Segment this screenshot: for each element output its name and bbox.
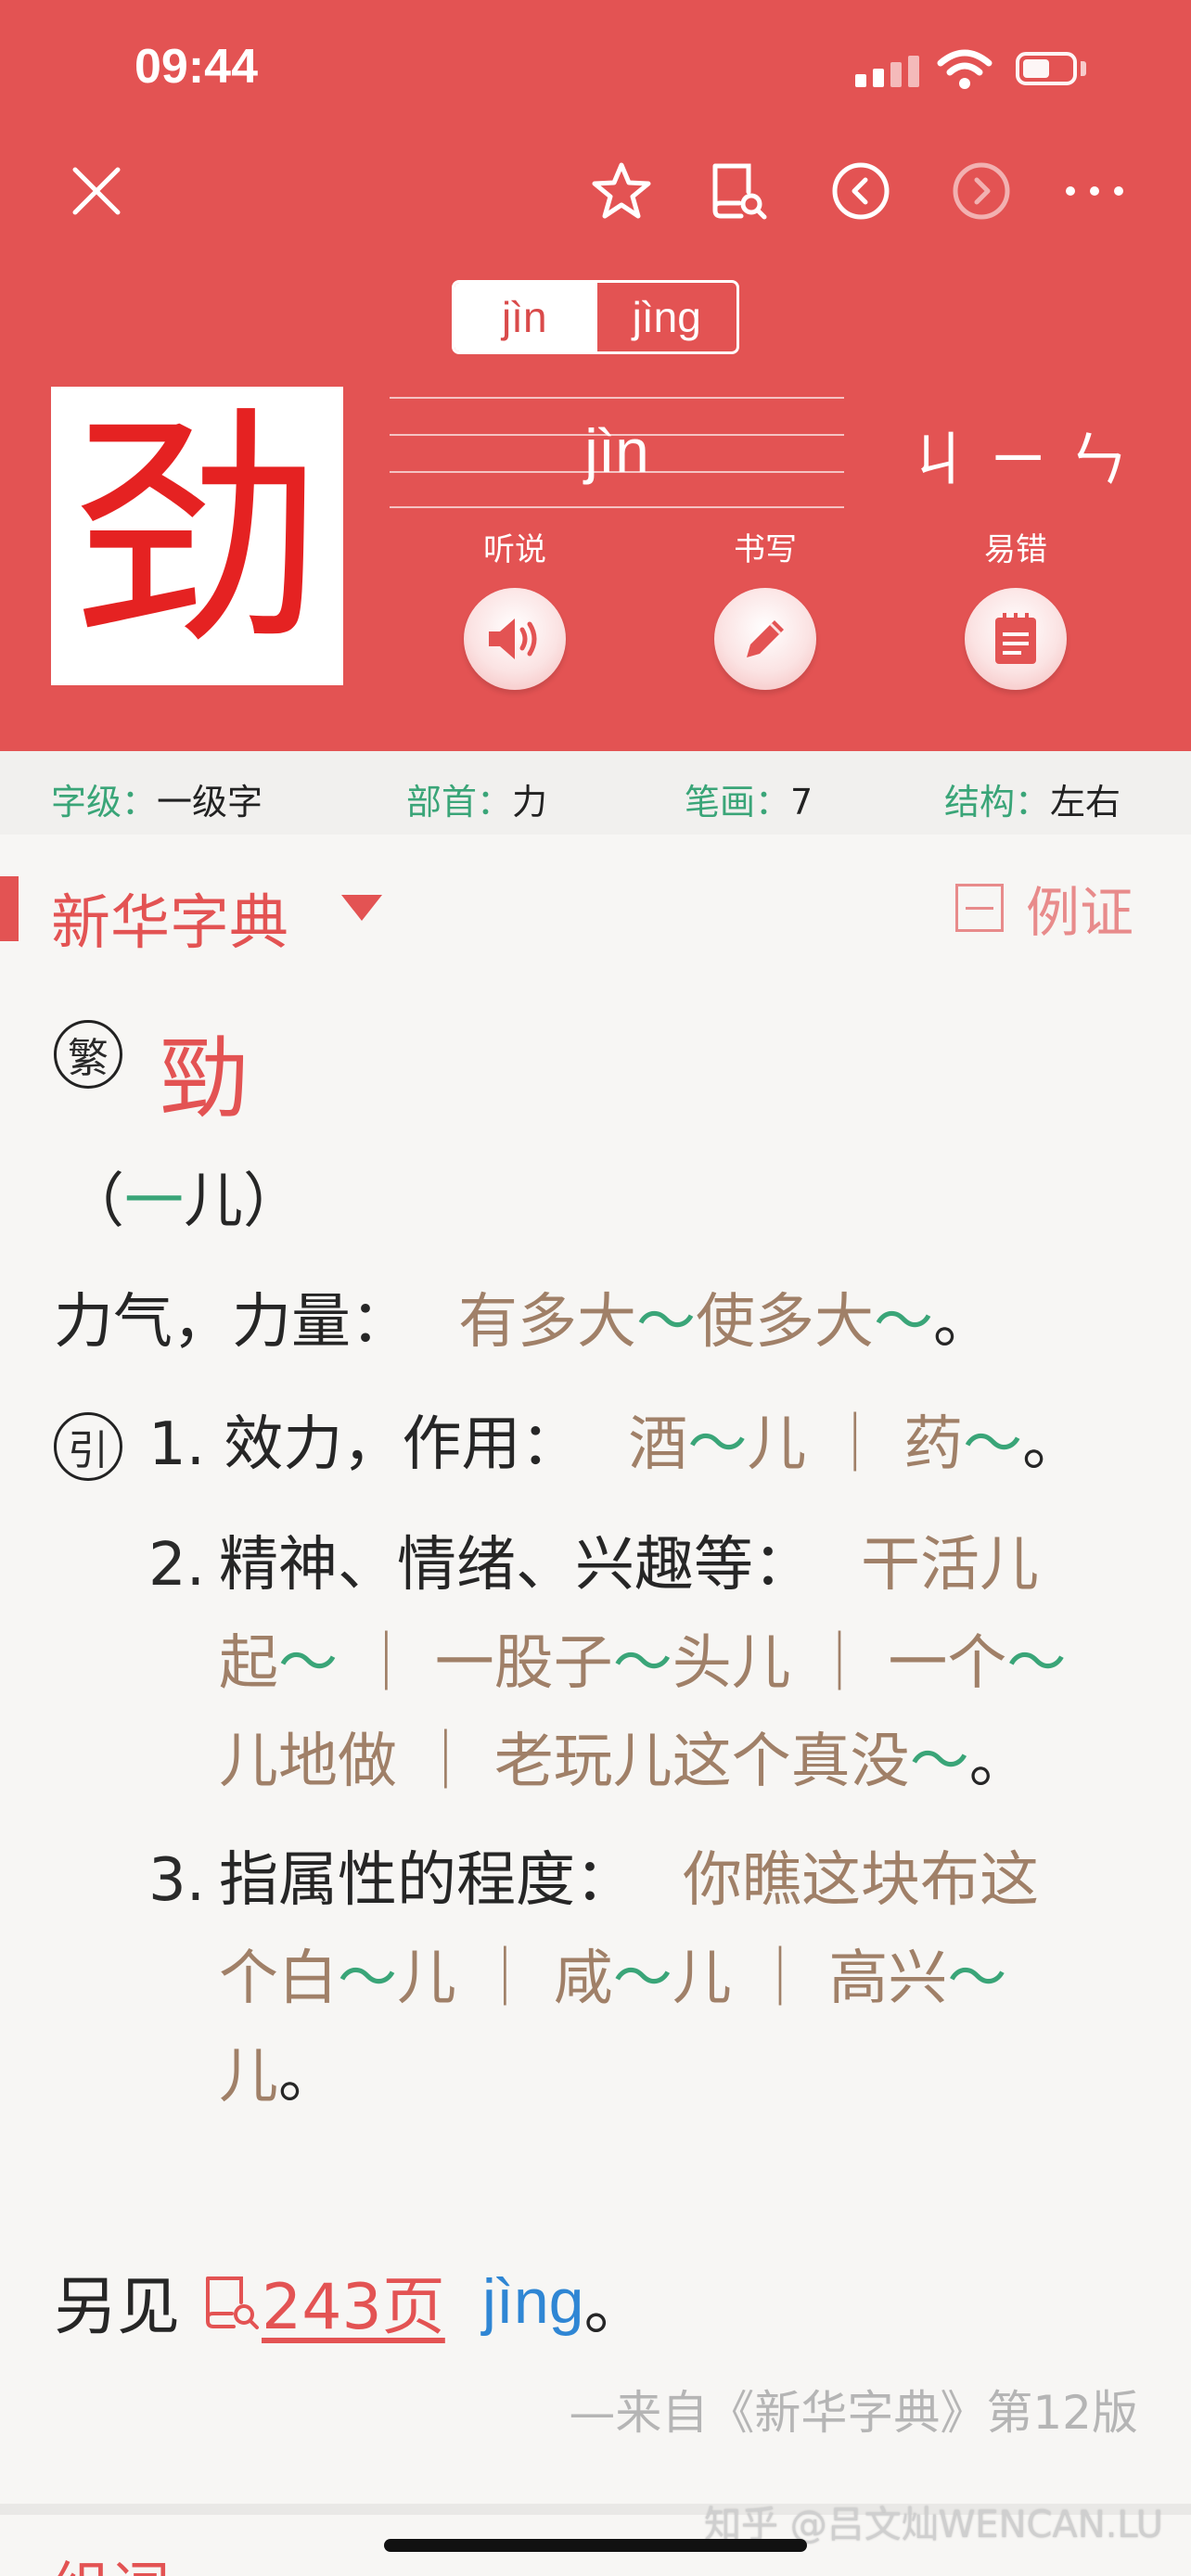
listen-button[interactable]: 听说 (459, 524, 570, 690)
header: 09:44 jìn jìng 劲 jìn ㄐㄧㄣ 听说 书写 易错 (0, 0, 1191, 751)
mistakes-button[interactable]: 易错 (960, 524, 1071, 690)
see-also-label: 另见 (54, 2271, 181, 2344)
definition-main: 力气，力量： 有多大～使多大～。 (54, 1288, 992, 1357)
character-info-row: 字级：一级字 部首：力 笔画：7 结构：左右 (0, 751, 1191, 835)
wifi-icon (937, 49, 992, 89)
status-time: 09:44 (134, 40, 258, 94)
next-section-title[interactable]: 组词 (51, 2543, 170, 2576)
write-label: 书写 (734, 531, 797, 568)
book-search-icon (206, 2276, 260, 2329)
info-structure: 结构：左右 (944, 782, 1121, 823)
info-strokes: 笔画：7 (685, 782, 813, 823)
mistakes-label: 易错 (984, 531, 1047, 568)
battery-tip (1081, 61, 1086, 76)
pencil-icon[interactable] (714, 588, 816, 690)
character-card: 劲 (51, 387, 343, 685)
tab-pinyin-jing[interactable]: jìng (594, 283, 737, 351)
extended-meaning-mark: 引 (54, 1412, 122, 1481)
listen-label: 听说 (483, 531, 546, 568)
notepad-icon[interactable] (965, 588, 1067, 690)
dropdown-triangle-icon[interactable] (341, 895, 382, 921)
pinyin-tabs: jìn jìng (452, 280, 739, 354)
info-level: 字级：一级字 (51, 782, 263, 823)
favorite-star-icon[interactable] (590, 159, 653, 223)
see-also-pinyin-link[interactable]: jìng (482, 2265, 584, 2338)
home-indicator[interactable] (384, 2539, 807, 2552)
info-radical: 部首：力 (406, 782, 548, 823)
section-accent-bar (0, 876, 19, 941)
status-bar: 09:44 (0, 0, 1191, 139)
write-button[interactable]: 书写 (710, 524, 821, 690)
definition-1: 1. 效力，作用： 酒～儿 ｜ 药～。 (148, 1410, 1082, 1479)
pinyin-reading: jìn (584, 416, 649, 485)
page-link[interactable]: 243页 (200, 2255, 445, 2347)
example-label: 例证 (1026, 881, 1134, 944)
er-usage-line: （一儿） (65, 1167, 302, 1236)
speaker-icon[interactable] (464, 588, 566, 690)
definition-2: 精神、情绪、兴趣等： 干活儿 起～ ｜ 一股子～头儿 ｜ 一个～ 儿地做 ｜ 老玩… (219, 1531, 1067, 1796)
dictionary-search-icon[interactable] (707, 159, 770, 223)
definition-3: 指属性的程度： 你瞧这块布这 个白～儿 ｜ 咸～儿 ｜ 高兴～ 儿。 (219, 1846, 1039, 2111)
collapse-box-icon (955, 884, 1004, 932)
next-icon[interactable] (950, 159, 1013, 223)
battery-icon (1016, 52, 1077, 85)
close-icon[interactable] (65, 159, 128, 223)
pinyin-staff: jìn (390, 397, 844, 508)
bopomofo-reading: ㄐㄧㄣ (909, 427, 1148, 495)
definition-3-num: 3. (148, 1846, 206, 1915)
source-credit: —来自《新华字典》第12版 (569, 2386, 1138, 2440)
dictionary-title[interactable]: 新华字典 (51, 875, 288, 961)
definition-2-num: 2. (148, 1531, 206, 1600)
example-toggle[interactable]: 例证 (955, 877, 1133, 944)
signal-icon (855, 56, 920, 87)
traditional-mark-icon: 繁 (54, 1020, 122, 1089)
page-number: 243页 (262, 2271, 445, 2344)
main-character: 劲 (71, 386, 323, 678)
see-also-line: 另见 243页 jìng 。 (54, 2255, 647, 2347)
previous-icon[interactable] (829, 159, 892, 223)
more-icon[interactable] (1063, 159, 1126, 223)
tab-pinyin-jin[interactable]: jìn (455, 283, 595, 351)
traditional-character: 勁 (160, 1027, 249, 1130)
